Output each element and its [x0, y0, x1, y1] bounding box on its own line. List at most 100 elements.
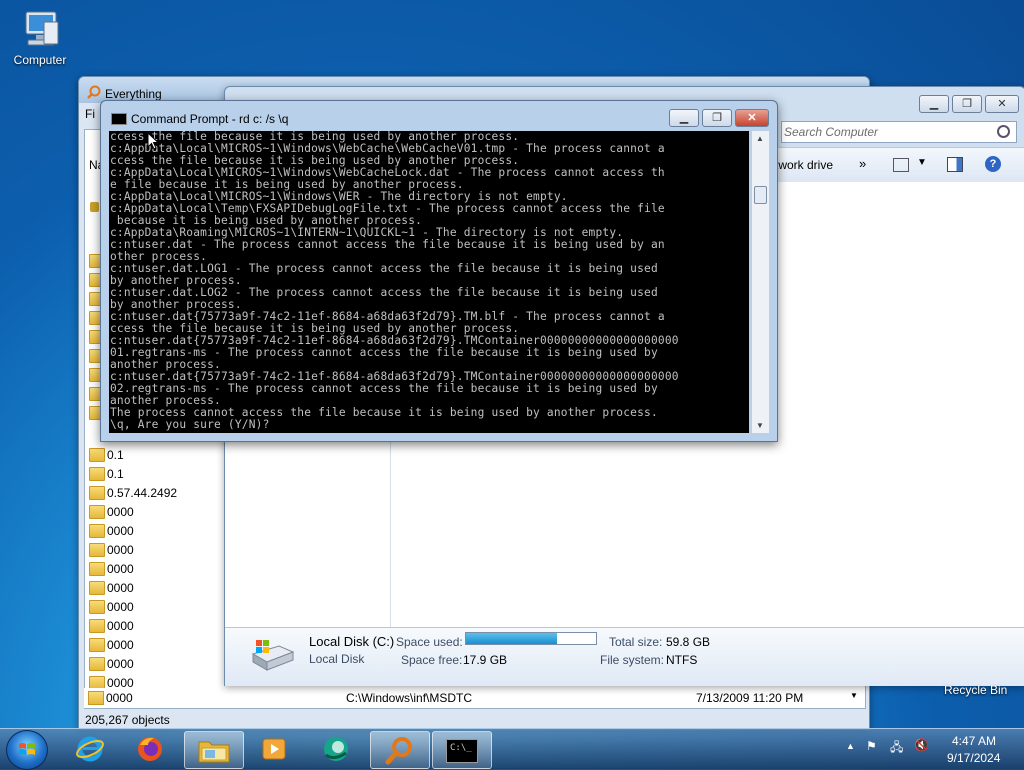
scroll-down-arrow-icon[interactable]: ▼	[756, 421, 764, 430]
desktop-computer-icon[interactable]: Computer	[0, 10, 80, 67]
folder-icon	[89, 638, 105, 652]
list-item-name: 0000	[107, 524, 134, 538]
command-prompt-icon: C:\_	[446, 739, 478, 763]
search-magnifier-icon	[385, 737, 412, 765]
folder-icon	[89, 524, 105, 538]
action-center-flag-icon[interactable]: ⚑	[866, 739, 877, 753]
folder-icon	[89, 543, 105, 557]
command-prompt-window[interactable]: Command Prompt - rd c: /s \q ▁ ❐ ✕ ccess t…	[100, 100, 778, 442]
show-hidden-icons-button[interactable]: ▲	[846, 741, 855, 751]
explorer-window-controls: ▁ ❐ ✕	[916, 95, 1019, 113]
list-item[interactable]: 0000	[85, 579, 225, 598]
file-system-value: NTFS	[666, 653, 698, 667]
minimize-button[interactable]: ▁	[919, 95, 949, 113]
taskbar-green-app[interactable]	[308, 731, 366, 767]
maximize-button[interactable]: ❐	[952, 95, 982, 113]
space-used-fill	[466, 633, 557, 644]
windows-logo-icon	[19, 743, 35, 755]
list-item-name: 0000	[107, 581, 134, 595]
media-player-icon	[262, 738, 286, 760]
folder-icon	[89, 505, 105, 519]
list-item-name: 0.1	[107, 467, 124, 481]
console-text: ccess the file because it is being used …	[110, 131, 679, 431]
map-network-drive-button[interactable]: twork drive	[775, 158, 833, 172]
taskbar-internet-explorer[interactable]	[62, 731, 120, 767]
list-item-name: 0000	[107, 600, 134, 614]
everything-selected-row[interactable]: 0000 C:\Windows\inf\MSDTC 7/13/2009 11:2…	[84, 688, 864, 708]
chevron-down-icon[interactable]: ▼	[917, 157, 927, 168]
space-free-value: 17.9 GB	[463, 653, 508, 667]
scroll-up-arrow-icon[interactable]: ▲	[756, 134, 764, 143]
close-button[interactable]: ✕	[985, 95, 1019, 113]
change-view-icon[interactable]	[893, 158, 909, 172]
list-item[interactable]: 0.1	[85, 446, 225, 465]
taskbar-command-prompt[interactable]: C:\_	[432, 731, 492, 769]
file-system-label: File system:	[600, 653, 665, 667]
list-item[interactable]: 0000	[85, 503, 225, 522]
details-pane: Local Disk (C:) Local Disk Space used: S…	[225, 627, 1024, 686]
console-scrollbar[interactable]: ▲ ▼	[751, 131, 769, 433]
list-item[interactable]: 0000	[85, 560, 225, 579]
volume-muted-icon[interactable]: 🔇	[914, 738, 929, 752]
list-item[interactable]: 0000	[85, 617, 225, 636]
list-item[interactable]: 0000	[85, 541, 225, 560]
everything-title: Everything	[105, 87, 162, 101]
list-item[interactable]: 0000	[85, 598, 225, 617]
everything-menu-file[interactable]: Fi	[85, 107, 95, 121]
taskbar-file-explorer[interactable]	[184, 731, 244, 769]
drive-name: Local Disk (C:)	[309, 634, 395, 649]
list-item-name: 0.1	[107, 448, 124, 462]
scroll-down-arrow-icon[interactable]: ▼	[850, 691, 858, 700]
network-icon[interactable]: 🖧	[890, 738, 903, 759]
taskbar-everything[interactable]	[370, 731, 430, 769]
taskbar-firefox[interactable]	[122, 731, 180, 767]
cmd-maximize-button[interactable]: ❐	[702, 109, 732, 127]
space-free-label: Space free:	[401, 653, 463, 667]
folder-icon	[89, 619, 105, 633]
command-prompt-icon	[111, 113, 127, 125]
everything-app-icon	[87, 85, 101, 99]
preview-pane-icon[interactable]	[947, 157, 963, 172]
list-item[interactable]: 0000	[85, 636, 225, 655]
folder-icon	[89, 600, 105, 614]
list-item[interactable]: 0000	[85, 655, 225, 674]
folder-icon	[89, 486, 105, 500]
list-item-name: 0000	[107, 638, 134, 652]
computer-label: Computer	[13, 53, 67, 67]
list-item-name: 0000	[107, 562, 134, 576]
list-item-name: 0000	[107, 505, 134, 519]
search-placeholder: Search Computer	[784, 125, 879, 139]
search-input[interactable]: Search Computer	[781, 121, 1017, 143]
start-button[interactable]	[6, 730, 48, 770]
list-item[interactable]: 0.57.44.2492	[85, 484, 225, 503]
space-used-label: Space used:	[396, 635, 463, 649]
help-icon[interactable]: ?	[985, 156, 1001, 172]
row-name: 0000	[106, 691, 133, 705]
list-item-name: 0000	[107, 657, 134, 671]
cmd-minimize-button[interactable]: ▁	[669, 109, 699, 127]
clock-date[interactable]: 9/17/2024	[947, 751, 1000, 765]
recycle-bin-label[interactable]: Recycle Bin	[944, 683, 1007, 697]
computer-icon	[18, 10, 62, 50]
row-path: C:\Windows\inf\MSDTC	[346, 691, 473, 705]
total-size-value: 59.8 GB	[666, 635, 711, 649]
folder-icon	[89, 562, 105, 576]
list-item[interactable]: 0000	[85, 522, 225, 541]
hard-drive-icon	[249, 638, 295, 672]
space-used-bar	[465, 632, 597, 645]
cmd-close-button[interactable]: ✕	[735, 109, 769, 127]
folder-icon	[89, 448, 105, 462]
list-item[interactable]: 0.1	[85, 465, 225, 484]
scrollbar-thumb[interactable]	[754, 186, 767, 204]
cmd-window-controls: ▁ ❐ ✕	[666, 109, 769, 127]
list-item-name: 0000	[107, 543, 134, 557]
toolbar-more-button[interactable]: »	[859, 156, 866, 171]
list-item-name: 0000	[107, 619, 134, 633]
clock-time[interactable]: 4:47 AM	[952, 734, 996, 748]
folder-icon	[198, 741, 230, 763]
folder-icon	[88, 691, 104, 705]
folder-icon	[89, 467, 105, 481]
console-output[interactable]: ccess the file because it is being used …	[109, 131, 749, 433]
taskbar-media-player[interactable]	[246, 731, 304, 767]
folder-icon	[89, 581, 105, 595]
